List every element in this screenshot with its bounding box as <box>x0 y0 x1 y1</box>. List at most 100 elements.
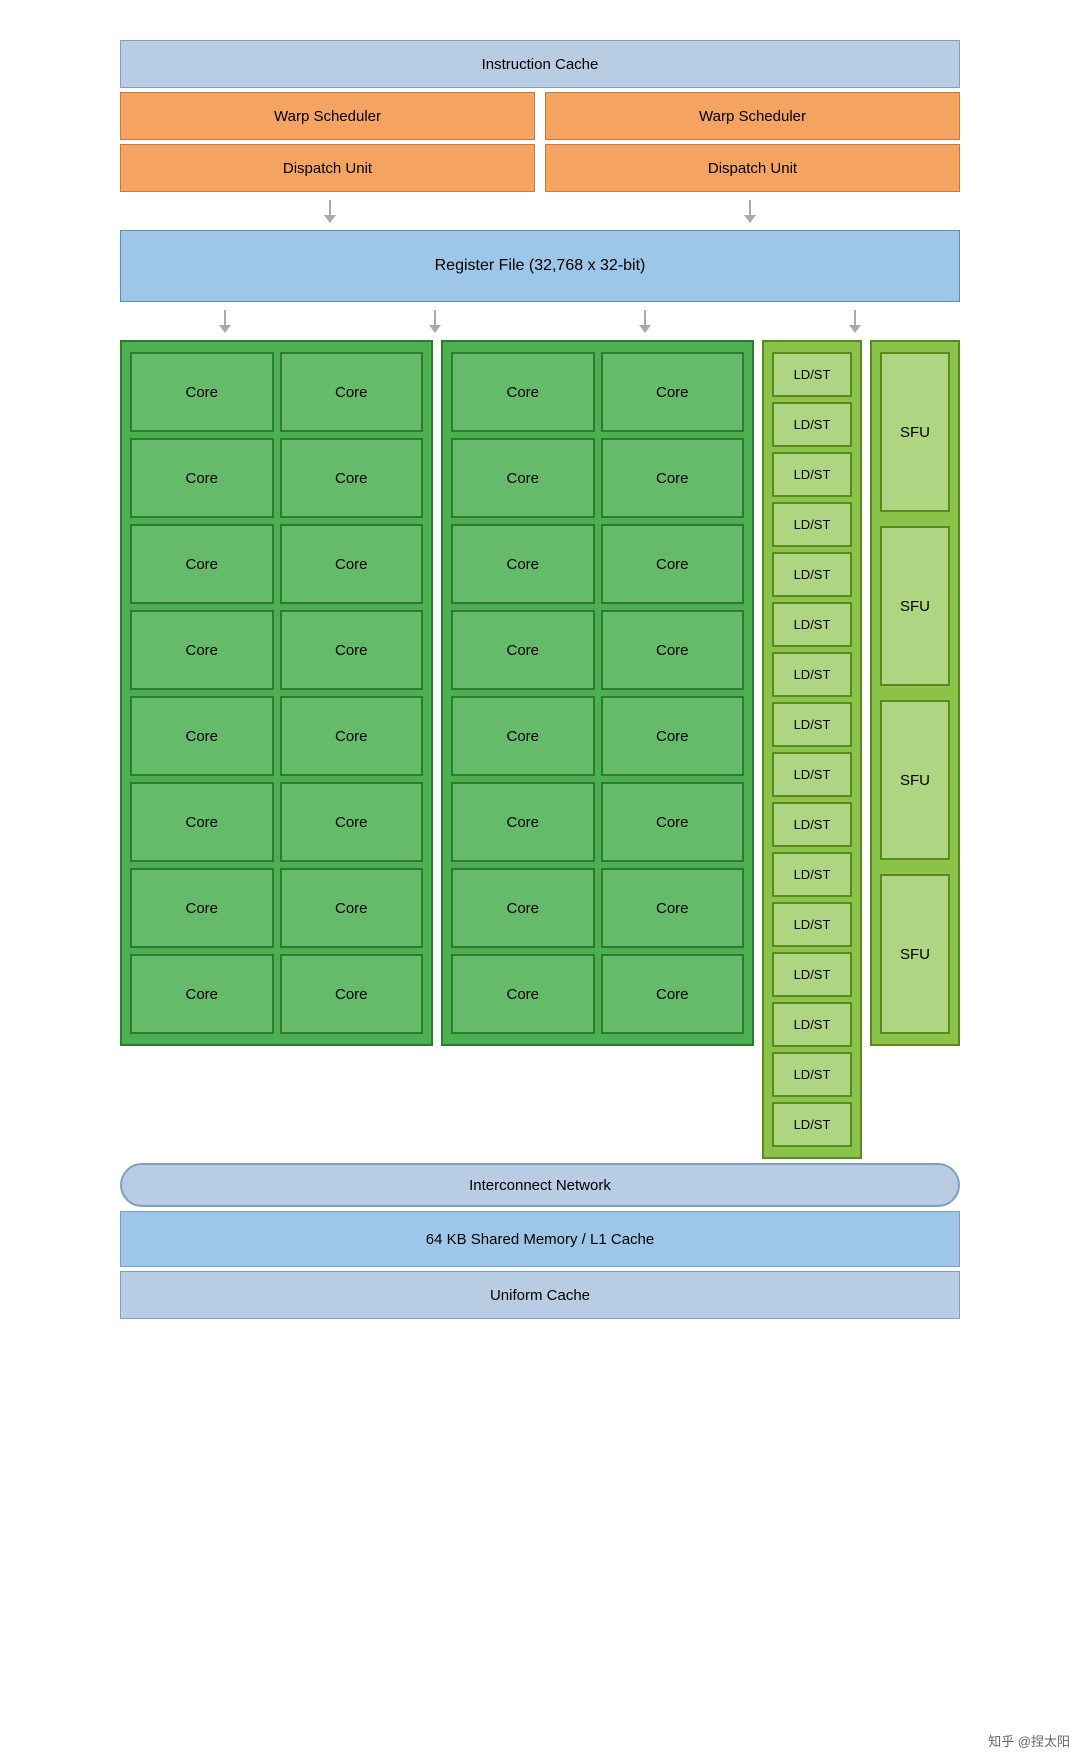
diagram-container: Instruction Cache Warp Scheduler Warp Sc… <box>110 20 970 1339</box>
sfu-group: SFU SFU SFU SFU <box>870 340 960 1046</box>
ldst-2: LD/ST <box>772 402 852 447</box>
arrow-sec-3 <box>639 310 651 333</box>
core-2-5: Core <box>451 524 595 604</box>
sfu-3: SFU <box>880 700 950 860</box>
ldst-11: LD/ST <box>772 852 852 897</box>
warp-scheduler-row: Warp Scheduler Warp Scheduler <box>120 92 960 140</box>
warp-scheduler-1: Warp Scheduler <box>120 92 535 140</box>
core-row-2-8: Core Core <box>451 954 744 1034</box>
core-1-4: Core <box>280 438 424 518</box>
core-1-6: Core <box>280 524 424 604</box>
core-row-1-1: Core Core <box>130 352 423 432</box>
ldst-14: LD/ST <box>772 1002 852 1047</box>
core-2-9: Core <box>451 696 595 776</box>
ldst-1: LD/ST <box>772 352 852 397</box>
core-group-1: Core Core Core Core Core Core Core Core … <box>120 340 433 1046</box>
arrows-to-register <box>120 196 960 226</box>
core-row-2-3: Core Core <box>451 524 744 604</box>
core-1-9: Core <box>130 696 274 776</box>
core-2-6: Core <box>601 524 745 604</box>
core-row-2-2: Core Core <box>451 438 744 518</box>
arrows-to-sections <box>120 306 960 336</box>
core-1-10: Core <box>280 696 424 776</box>
ldst-15: LD/ST <box>772 1052 852 1097</box>
core-1-1: Core <box>130 352 274 432</box>
dispatch-unit-2-label: Dispatch Unit <box>708 160 797 177</box>
core-2-2: Core <box>601 352 745 432</box>
ldst-13: LD/ST <box>772 952 852 997</box>
core-row-1-8: Core Core <box>130 954 423 1034</box>
dispatch-unit-1: Dispatch Unit <box>120 144 535 192</box>
core-group-2: Core Core Core Core Core Core Core Core … <box>441 340 754 1046</box>
main-area: Core Core Core Core Core Core Core Core … <box>120 340 960 1159</box>
core-2-8: Core <box>601 610 745 690</box>
core-1-3: Core <box>130 438 274 518</box>
arrow-sec-1 <box>219 310 231 333</box>
core-row-2-4: Core Core <box>451 610 744 690</box>
core-2-16: Core <box>601 954 745 1034</box>
ldst-12: LD/ST <box>772 902 852 947</box>
ldst-6: LD/ST <box>772 602 852 647</box>
sfu-4: SFU <box>880 874 950 1034</box>
ldst-16: LD/ST <box>772 1102 852 1147</box>
arrow-sec-2 <box>429 310 441 333</box>
dispatch-unit-row: Dispatch Unit Dispatch Unit <box>120 144 960 192</box>
core-1-8: Core <box>280 610 424 690</box>
core-1-14: Core <box>280 868 424 948</box>
ldst-9: LD/ST <box>772 752 852 797</box>
warp-scheduler-2: Warp Scheduler <box>545 92 960 140</box>
core-2-12: Core <box>601 782 745 862</box>
ldst-3: LD/ST <box>772 452 852 497</box>
instruction-cache-label: Instruction Cache <box>482 56 599 73</box>
arrow-2 <box>744 200 756 223</box>
arrow-1 <box>324 200 336 223</box>
instruction-cache: Instruction Cache <box>120 40 960 88</box>
core-2-7: Core <box>451 610 595 690</box>
ldst-5: LD/ST <box>772 552 852 597</box>
interconnect-label: Interconnect Network <box>469 1177 611 1194</box>
warp-scheduler-2-label: Warp Scheduler <box>699 108 806 125</box>
register-file-label: Register File (32,768 x 32-bit) <box>435 257 646 275</box>
watermark: 知乎 @捏太阳 <box>988 1731 1070 1750</box>
core-2-3: Core <box>451 438 595 518</box>
core-1-15: Core <box>130 954 274 1034</box>
core-1-12: Core <box>280 782 424 862</box>
dispatch-unit-1-label: Dispatch Unit <box>283 160 372 177</box>
core-1-2: Core <box>280 352 424 432</box>
core-row-1-4: Core Core <box>130 610 423 690</box>
core-row-1-5: Core Core <box>130 696 423 776</box>
core-2-10: Core <box>601 696 745 776</box>
core-row-1-3: Core Core <box>130 524 423 604</box>
uniform-cache: Uniform Cache <box>120 1271 960 1319</box>
core-1-16: Core <box>280 954 424 1034</box>
core-2-1: Core <box>451 352 595 432</box>
ldst-8: LD/ST <box>772 702 852 747</box>
dispatch-unit-2: Dispatch Unit <box>545 144 960 192</box>
core-2-11: Core <box>451 782 595 862</box>
register-file: Register File (32,768 x 32-bit) <box>120 230 960 302</box>
core-row-1-2: Core Core <box>130 438 423 518</box>
core-1-5: Core <box>130 524 274 604</box>
ldst-4: LD/ST <box>772 502 852 547</box>
ldst-7: LD/ST <box>772 652 852 697</box>
sfu-1: SFU <box>880 352 950 512</box>
core-row-2-1: Core Core <box>451 352 744 432</box>
core-2-13: Core <box>451 868 595 948</box>
core-2-14: Core <box>601 868 745 948</box>
core-1-11: Core <box>130 782 274 862</box>
core-1-7: Core <box>130 610 274 690</box>
core-2-15: Core <box>451 954 595 1034</box>
warp-scheduler-1-label: Warp Scheduler <box>274 108 381 125</box>
core-2-4: Core <box>601 438 745 518</box>
ldst-10: LD/ST <box>772 802 852 847</box>
core-row-1-6: Core Core <box>130 782 423 862</box>
uniform-cache-label: Uniform Cache <box>490 1287 590 1304</box>
ldst-group: LD/ST LD/ST LD/ST LD/ST LD/ST LD/ST LD/S… <box>762 340 862 1159</box>
interconnect-network: Interconnect Network <box>120 1163 960 1207</box>
core-1-13: Core <box>130 868 274 948</box>
arrow-sec-4 <box>849 310 861 333</box>
shared-memory: 64 KB Shared Memory / L1 Cache <box>120 1211 960 1267</box>
shared-memory-label: 64 KB Shared Memory / L1 Cache <box>426 1231 654 1248</box>
core-row-2-6: Core Core <box>451 782 744 862</box>
core-row-2-5: Core Core <box>451 696 744 776</box>
